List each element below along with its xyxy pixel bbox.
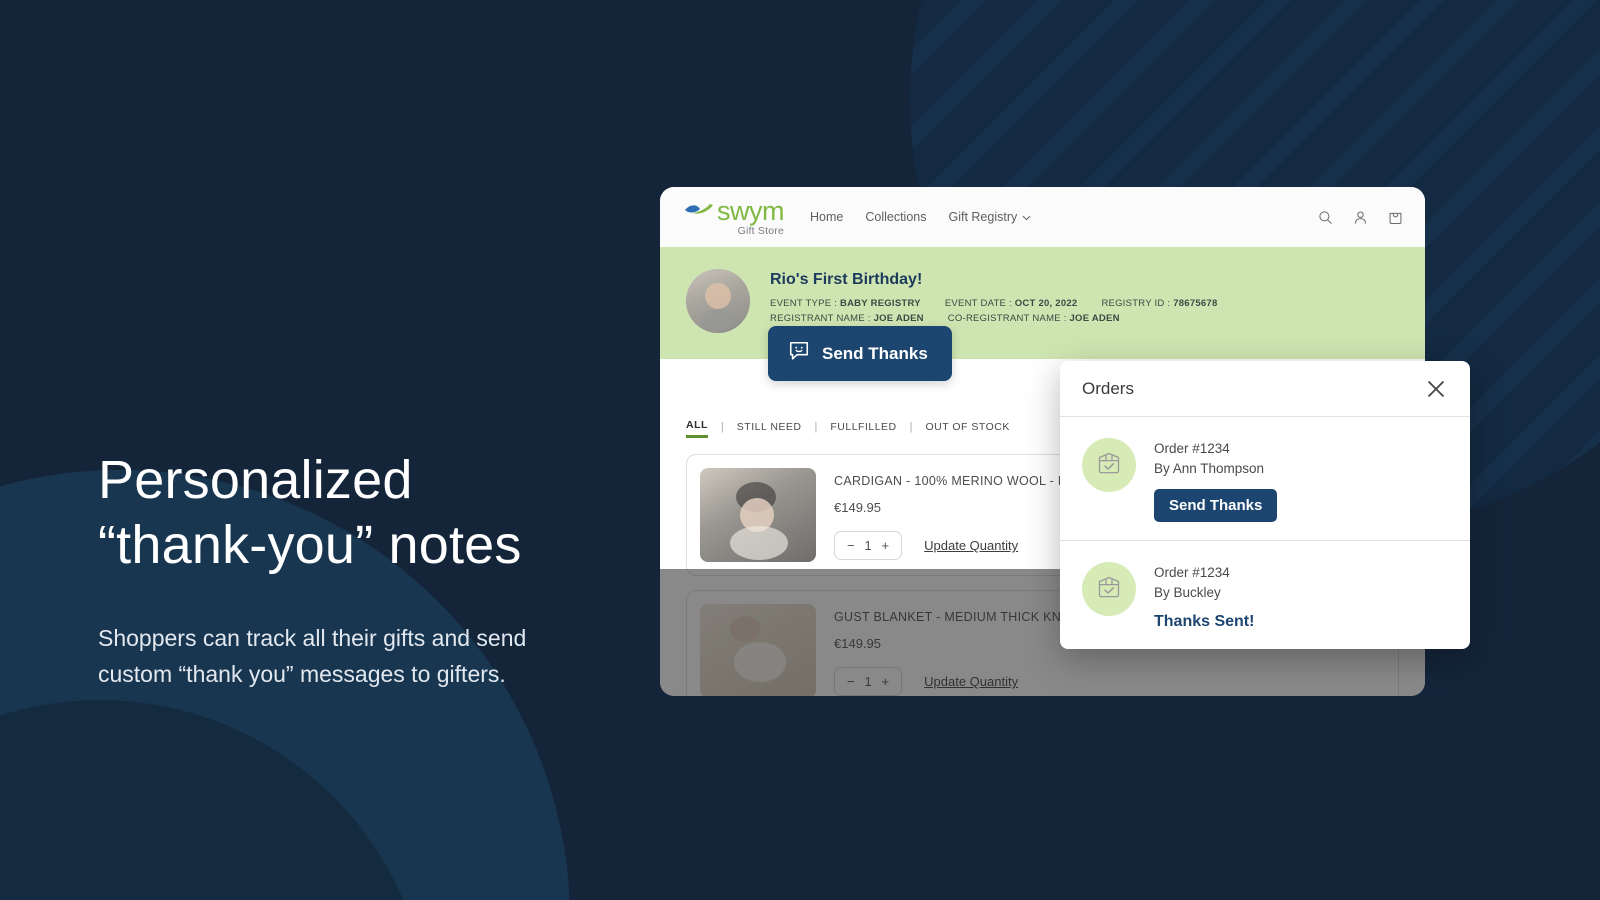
registry-meta-event-type: EVENT TYPE : BABY REGISTRY — [770, 298, 921, 309]
marketing-subcopy: Shoppers can track all their gifts and s… — [98, 624, 527, 687]
order-gifter: By Ann Thompson — [1154, 460, 1265, 476]
search-icon[interactable] — [1318, 210, 1333, 225]
order-details: Order #1234 By Buckley Thanks Sent! — [1154, 562, 1254, 631]
order-id: Order #1234 — [1154, 565, 1230, 581]
registry-avatar — [686, 269, 750, 333]
swym-bird-icon — [684, 201, 714, 221]
filter-separator: | — [814, 420, 818, 433]
package-check-icon — [1095, 449, 1123, 482]
registry-info: Rio's First Birthday! EVENT TYPE : BABY … — [770, 269, 1218, 333]
close-icon[interactable] — [1422, 375, 1450, 403]
nav-link-collections-label: Collections — [865, 210, 927, 224]
filter-tab-still-need[interactable]: STILL NEED — [737, 421, 802, 437]
registry-meta-row-1: EVENT TYPE : BABY REGISTRY EVENT DATE : … — [770, 298, 1218, 309]
nav-link-gift-registry-label: Gift Registry — [948, 210, 1018, 224]
registry-meta-co-registrant-name: CO-REGISTRANT NAME : JOE ADEN — [947, 313, 1120, 324]
chat-smiley-icon — [788, 340, 810, 367]
order-avatar — [1082, 438, 1136, 492]
filter-tab-all[interactable]: ALL — [686, 419, 708, 438]
filter-tab-out-of-stock[interactable]: OUT OF STOCK — [926, 421, 1010, 437]
order-status-badge: Thanks Sent! — [1154, 613, 1255, 631]
quantity-stepper[interactable]: − 1 + — [834, 531, 903, 560]
account-icon[interactable] — [1353, 210, 1368, 225]
quantity-value: 1 — [864, 674, 872, 689]
package-check-icon — [1095, 573, 1123, 606]
store-header: swym Gift Store Home Collections Gift Re… — [660, 187, 1425, 247]
quantity-increase-button[interactable]: + — [882, 538, 890, 553]
quantity-increase-button[interactable]: + — [882, 674, 890, 689]
nav-link-collections[interactable]: Collections — [865, 210, 926, 224]
registry-meta-row-2: REGISTRANT NAME : JOE ADEN CO-REGISTRANT… — [770, 313, 1218, 324]
filter-separator: | — [720, 420, 724, 433]
orders-popover-title: Orders — [1082, 378, 1134, 398]
quantity-value: 1 — [864, 538, 872, 553]
filter-separator: | — [909, 420, 913, 433]
registry-banner: Rio's First Birthday! EVENT TYPE : BABY … — [660, 247, 1425, 381]
brand-logo[interactable]: swym Gift Store — [684, 195, 785, 237]
registry-meta-registry-id: REGISTRY ID : 78675678 — [1101, 298, 1218, 309]
store-nav: Home Collections Gift Registry — [810, 210, 1031, 224]
order-gifter: By Buckley — [1154, 584, 1221, 600]
order-details: Order #1234 By Ann Thompson Send Thanks — [1154, 438, 1278, 523]
registry-meta-event-date: EVENT DATE : OCT 20, 2022 — [944, 298, 1078, 309]
brand-wordmark: swym — [717, 195, 785, 226]
registry-meta-registrant-name: REGISTRANT NAME : JOE ADEN — [770, 313, 924, 324]
update-quantity-link[interactable]: Update Quantity — [924, 538, 1018, 553]
brand-subtitle: Gift Store — [737, 224, 784, 237]
store-header-icons — [1318, 209, 1403, 225]
product-actions: − 1 + Update Quantity — [834, 667, 1385, 696]
nav-link-home-label: Home — [810, 210, 844, 224]
order-id: Order #1234 — [1154, 441, 1230, 456]
send-thanks-button[interactable]: Send Thanks — [768, 326, 952, 381]
quantity-stepper[interactable]: − 1 + — [834, 667, 903, 696]
cart-icon[interactable] — [1388, 209, 1403, 225]
order-list-item: Order #1234 By Buckley Thanks Sent! — [1060, 540, 1470, 649]
registry-title: Rio's First Birthday! — [770, 271, 923, 288]
nav-link-gift-registry[interactable]: Gift Registry — [948, 210, 1031, 224]
quantity-decrease-button[interactable]: − — [847, 538, 855, 553]
nav-link-home[interactable]: Home — [810, 210, 843, 224]
orders-popover: Orders Order #1234 By Ann Thompson Send … — [1060, 361, 1470, 650]
order-list-item: Order #1234 By Ann Thompson Send Thanks — [1060, 417, 1470, 540]
marketing-copy: Personalized “thank-you” notes Shoppers … — [98, 448, 718, 692]
chevron-down-icon — [1022, 210, 1031, 224]
order-avatar — [1082, 562, 1136, 617]
orders-popover-header: Orders — [1060, 361, 1470, 417]
update-quantity-link[interactable]: Update Quantity — [924, 674, 1018, 689]
order-send-thanks-button[interactable]: Send Thanks — [1154, 489, 1278, 523]
page-title: Personalized “thank-you” notes — [98, 450, 522, 576]
filter-tab-fullfilled[interactable]: FULLFILLED — [830, 421, 896, 437]
quantity-decrease-button[interactable]: − — [847, 674, 855, 689]
send-thanks-button-label: Send Thanks — [822, 343, 928, 363]
